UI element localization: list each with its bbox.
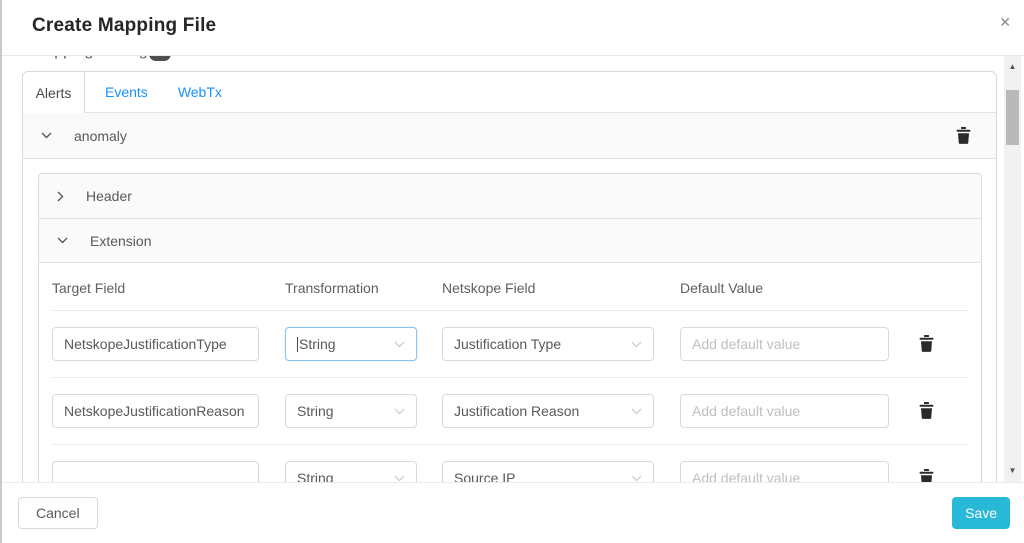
delete-row-button[interactable] [917,335,935,353]
transformation-select[interactable]: String [285,461,417,482]
alert-type-collapse-anomaly[interactable]: anomaly [23,113,996,159]
transformation-value: String [297,403,334,419]
trash-icon [919,402,934,419]
sections-panel: Header Extension Target Field Transforma… [38,173,982,482]
column-header-netskope-field: Netskope Field [442,280,536,296]
spacer [23,159,996,173]
trash-icon [919,469,934,482]
default-value-input[interactable] [680,394,889,428]
alert-type-label: anomaly [74,127,127,144]
toggle-switch-clipped[interactable] [149,56,171,61]
mapping-card: Alerts Events WebTx anomaly Header Exten… [22,71,997,482]
delete-row-button[interactable] [917,469,935,482]
netskope-field-select[interactable]: Source IP [442,461,654,482]
netskope-field-value: Justification Reason [454,403,580,419]
scroll-up-icon[interactable]: ▲ [1004,62,1021,72]
table-row: String Justification Type [39,311,981,378]
default-value-input[interactable] [680,461,889,482]
netskope-field-select[interactable]: Justification Type [442,327,654,361]
netskope-field-value: Source IP [454,470,516,482]
chevron-down-icon [631,408,642,415]
column-header-transformation: Transformation [285,280,379,296]
dialog-footer: Cancel Save [2,482,1024,543]
column-header-default-value: Default Value [680,280,764,296]
table-row: String Justification Reason [39,378,981,445]
table-row: String Source IP [39,445,981,482]
transformation-select[interactable]: String [285,394,417,428]
chevron-down-icon [394,408,405,415]
dialog-title: Create Mapping File [32,15,217,36]
column-header-target-field: Target Field [52,280,126,296]
section-header-label: Header [86,188,132,204]
table-header-row: Target Field Transformation Netskope Fie… [39,263,981,311]
target-field-input[interactable] [52,327,259,361]
vertical-scrollbar[interactable]: ▲ ▼ [1004,56,1021,482]
section-extension-expanded[interactable]: Extension [39,219,981,263]
chevron-down-icon [394,475,405,482]
create-mapping-dialog: Create Mapping File ✕ Mapping Settings A… [0,0,1024,543]
delete-anomaly-button[interactable] [954,126,972,145]
tab-webtx[interactable]: WebTx [163,72,237,112]
section-extension-label: Extension [90,232,152,249]
scrollbar-thumb[interactable] [1006,90,1019,145]
chevron-right-icon [57,191,64,202]
cancel-button[interactable]: Cancel [18,497,98,529]
delete-row-button[interactable] [917,402,935,420]
transformation-select[interactable]: String [285,327,417,361]
transformation-value: String [299,336,336,352]
target-field-input[interactable] [52,394,259,428]
transformation-value: String [297,470,334,482]
text-cursor [297,336,298,352]
dialog-body: Mapping Settings Alerts Events WebTx ano… [2,56,1024,482]
clipped-section-heading: Mapping Settings [32,56,156,62]
save-button[interactable]: Save [952,497,1010,529]
chevron-down-icon [394,341,405,348]
tab-alerts[interactable]: Alerts [23,72,85,113]
default-value-input[interactable] [680,327,889,361]
dialog-header: Create Mapping File ✕ [2,0,1024,56]
trash-icon [956,126,971,144]
tab-events[interactable]: Events [90,72,163,112]
close-icon[interactable]: ✕ [999,15,1011,29]
target-field-input[interactable] [52,461,259,482]
chevron-down-icon [41,132,52,139]
scroll-down-icon[interactable]: ▼ [1004,466,1021,476]
chevron-down-icon [631,341,642,348]
chevron-down-icon [57,237,68,244]
trash-icon [919,335,934,352]
netskope-field-select[interactable]: Justification Reason [442,394,654,428]
tab-bar: Alerts Events WebTx [23,72,996,113]
netskope-field-value: Justification Type [454,336,562,352]
chevron-down-icon [631,475,642,482]
section-header-collapsed[interactable]: Header [39,174,981,219]
